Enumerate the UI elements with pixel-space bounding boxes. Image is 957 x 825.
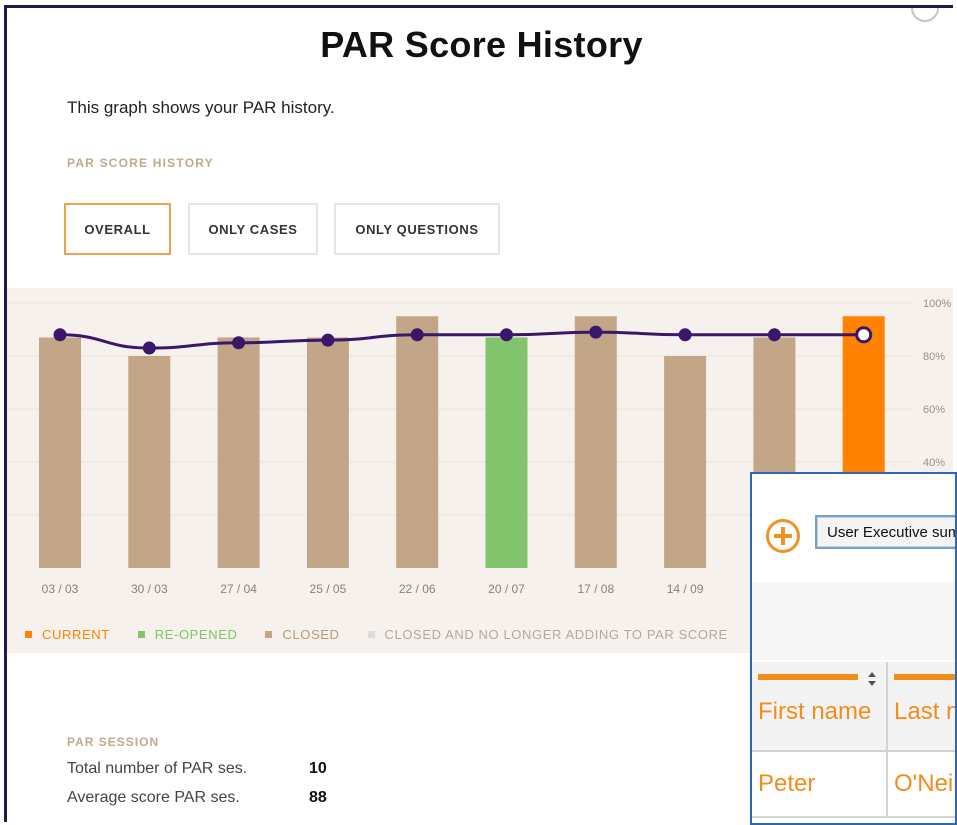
x-tick-label: 03 / 03	[42, 582, 79, 596]
legend-reopened: RE-OPENED	[137, 627, 238, 642]
table-row	[752, 816, 955, 823]
legend-swatch-reopened	[137, 631, 145, 638]
close-icon[interactable]	[911, 8, 939, 22]
total-sessions-label: Total number of PAR ses.	[67, 760, 248, 777]
x-tick-label: 27 / 04	[220, 582, 257, 596]
line-point-1	[53, 328, 67, 342]
table-cell-last-name[interactable]: O'Neil	[888, 750, 957, 818]
legend-swatch-no-longer-adding	[367, 631, 375, 638]
column-header-last-name[interactable]: Last name	[888, 662, 955, 750]
total-sessions-value: 10	[309, 760, 327, 777]
table-cell-first-name[interactable]: Peter	[752, 750, 888, 818]
filter-overall-button[interactable]: OVERALL	[64, 203, 171, 255]
legend-label-closed: CLOSED	[282, 627, 340, 642]
line-point-8	[678, 328, 692, 342]
bar-7	[574, 316, 617, 568]
line-point-9	[767, 328, 781, 342]
report-table-overlay: User Executive summary First name Last n…	[750, 472, 957, 825]
average-score-value: 88	[309, 789, 327, 806]
legend-swatch-current	[25, 631, 32, 638]
line-point-2	[142, 341, 156, 355]
overlay-spacer	[752, 582, 955, 660]
x-tick-label: 17 / 08	[577, 582, 614, 596]
y-tick-label: 80%	[923, 351, 945, 363]
line-point-5	[410, 328, 424, 342]
filter-only-cases-button[interactable]: ONLY CASES	[188, 203, 318, 255]
bar-2	[128, 356, 171, 568]
column-header-label: First name	[758, 698, 872, 725]
section-label: PAR SCORE HISTORY	[67, 156, 214, 170]
y-tick-label: 40%	[923, 457, 945, 469]
overlay-toolbar: User Executive summary	[752, 474, 955, 582]
bar-4	[306, 337, 349, 568]
column-filter-bar	[894, 674, 955, 680]
x-tick-label: 14 / 09	[667, 582, 704, 596]
legend-current: CURRENT	[25, 627, 110, 642]
session-label: PAR SESSION	[67, 735, 160, 749]
y-tick-label: 100%	[923, 298, 951, 310]
average-score-label: Average score PAR ses.	[67, 789, 240, 806]
chart-legend: CURRENT RE-OPENED CLOSED CLOSED AND NO L…	[25, 627, 728, 642]
dialog-description: This graph shows your PAR history.	[67, 98, 335, 117]
legend-label-reopened: RE-OPENED	[154, 627, 238, 642]
bar-3	[217, 337, 260, 568]
bar-5	[396, 316, 439, 568]
x-tick-label: 22 / 06	[399, 582, 436, 596]
score-line	[59, 330, 864, 350]
legend-swatch-closed	[265, 631, 273, 638]
sort-icon[interactable]	[868, 672, 876, 686]
bar-1	[39, 337, 81, 568]
report-type-select[interactable]: User Executive summary	[815, 515, 955, 549]
line-point-6	[500, 328, 513, 342]
bar-6	[485, 337, 528, 568]
line-point-4	[321, 333, 335, 347]
legend-label-current: CURRENT	[42, 627, 110, 642]
column-filter-bar	[758, 674, 858, 680]
x-tick-label: 25 / 05	[310, 582, 347, 596]
bar-8	[664, 356, 707, 568]
legend-closed: CLOSED	[265, 627, 339, 642]
filter-only-questions-button[interactable]: ONLY QUESTIONS	[334, 203, 500, 255]
x-tick-label: 30 / 03	[131, 582, 168, 596]
cell-text: O'Neil	[894, 770, 957, 797]
x-tick-label: 20 / 07	[488, 582, 525, 596]
y-tick-label: 60%	[923, 404, 945, 416]
dialog-title: PAR Score History	[320, 24, 643, 65]
cell-text: Peter	[758, 770, 816, 797]
column-header-first-name[interactable]: First name	[752, 662, 888, 750]
line-point-3	[232, 336, 246, 350]
column-header-label: Last name	[894, 698, 955, 725]
line-point-7	[589, 325, 603, 339]
legend-label-no-longer-adding: CLOSED AND NO LONGER ADDING TO PAR SCORE	[384, 627, 728, 642]
legend-no-longer-adding: CLOSED AND NO LONGER ADDING TO PAR SCORE	[367, 627, 728, 642]
line-point-10	[855, 326, 873, 344]
add-report-button[interactable]	[766, 519, 800, 553]
